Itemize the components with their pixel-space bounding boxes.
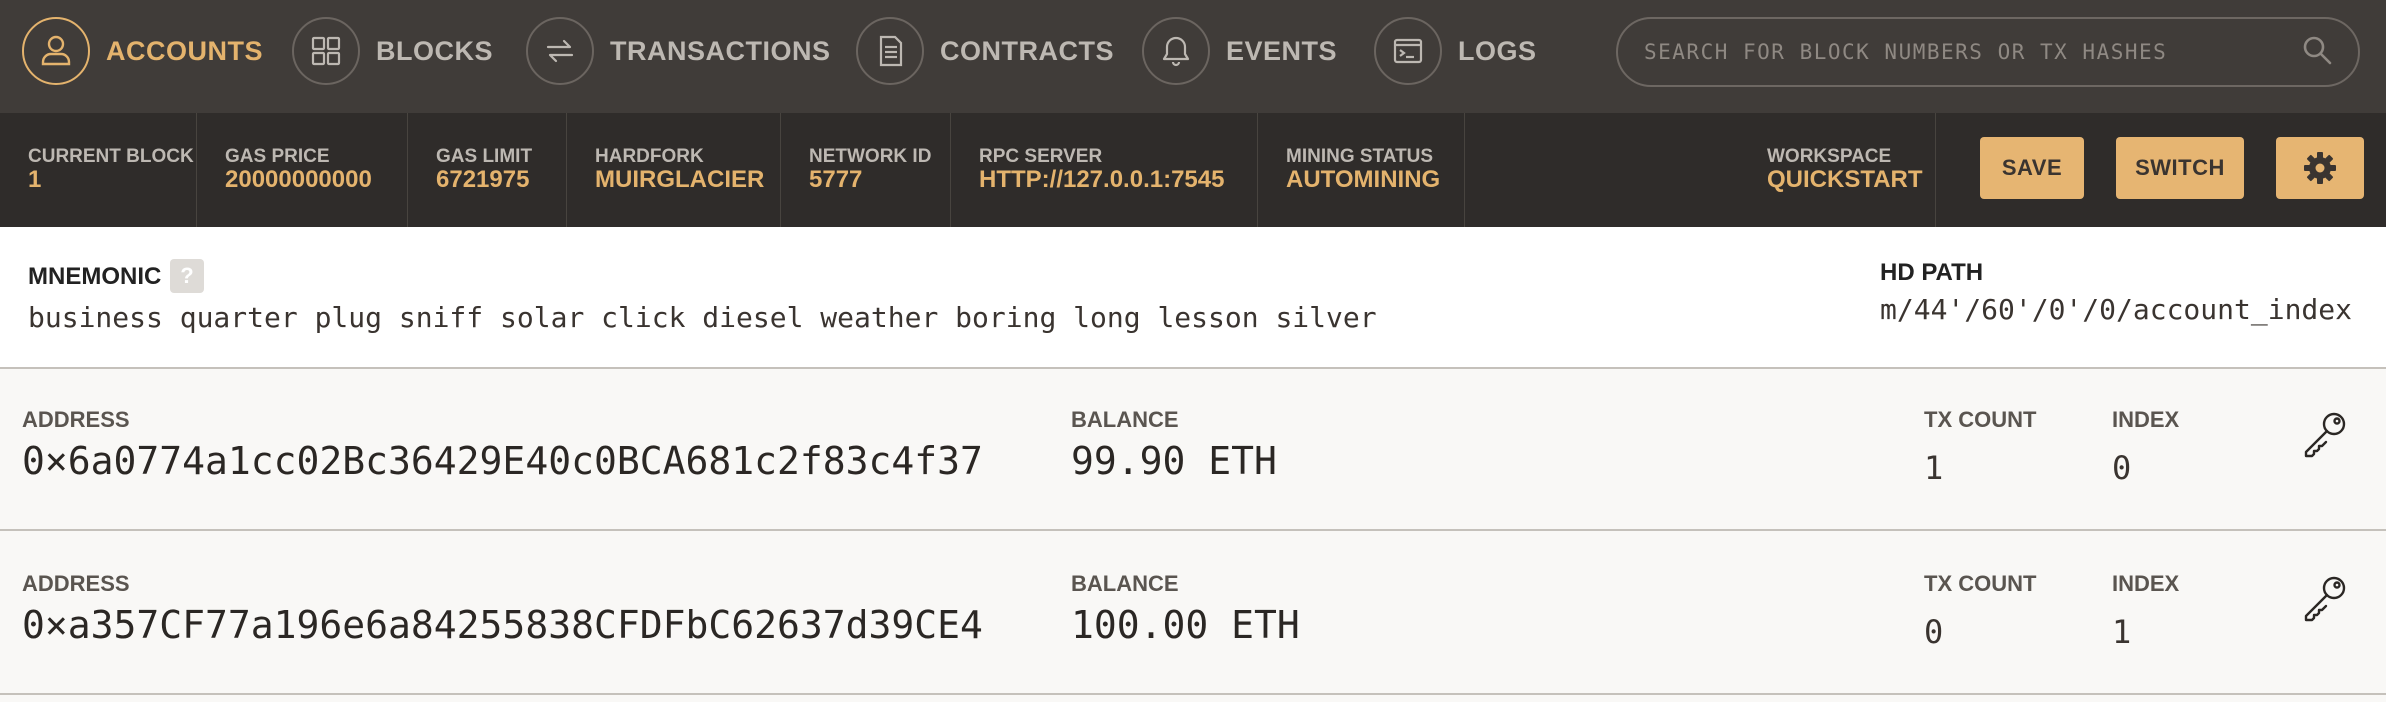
nav-accounts[interactable]: ACCOUNTS (22, 15, 263, 87)
search-input[interactable] (1642, 39, 2300, 65)
address-label: ADDRESS (22, 407, 130, 432)
gas-price-label: GAS PRICE (225, 146, 330, 167)
nav-events[interactable]: EVENTS (1142, 15, 1337, 87)
switch-button[interactable]: SWITCH (2116, 137, 2244, 199)
account-row[interactable]: ADDRESS 0×6a0774a1cc02Bc36429E40c0BCA681… (0, 369, 2386, 531)
mnemonic-words: business quarter plug sniff solar click … (28, 301, 1377, 334)
search-icon[interactable] (2300, 33, 2334, 72)
tx-count-label: TX COUNT (1924, 407, 2037, 432)
mnemonic-label: MNEMONIC (28, 263, 162, 290)
account-tx-count: 1 (1924, 449, 1944, 487)
nav-events-label: EVENTS (1226, 35, 1338, 66)
gas-limit-stat: GAS LIMIT 6721975 (408, 113, 567, 227)
gas-limit-value: 6721975 (436, 166, 530, 193)
user-icon (22, 17, 90, 85)
mining-status-stat: MINING STATUS AUTOMINING (1258, 113, 1465, 227)
nav-contracts[interactable]: CONTRACTS (856, 15, 1114, 87)
mining-status-value: AUTOMINING (1286, 166, 1441, 193)
key-icon[interactable] (2296, 571, 2352, 627)
rpc-server-label: RPC SERVER (979, 146, 1103, 167)
hardfork-value: MUIRGLACIER (595, 166, 765, 193)
account-tx-count: 0 (1924, 613, 1944, 651)
search-box (1616, 17, 2360, 87)
hd-path-value: m/44'/60'/0'/0/account_index (1880, 293, 2353, 326)
account-balance: 99.90 ETH (1071, 439, 1277, 483)
grid-icon (292, 17, 360, 85)
nav-transactions[interactable]: TRANSACTIONS (526, 15, 831, 87)
document-icon (856, 17, 924, 85)
current-block-value: 1 (28, 166, 42, 193)
nav-transactions-label: TRANSACTIONS (610, 35, 831, 66)
current-block-stat: CURRENT BLOCK 1 (0, 113, 197, 227)
account-address: 0×a357CF77a196e6a84255838CFDFbC62637d39C… (22, 603, 983, 647)
account-index: 1 (2112, 613, 2132, 651)
settings-button[interactable] (2276, 137, 2364, 199)
top-navigation: ACCOUNTS BLOCKS TRANSACTIONS CONTRACTS E… (0, 0, 2386, 113)
network-id-stat: NETWORK ID 5777 (781, 113, 951, 227)
nav-logs-label: LOGS (1458, 35, 1537, 66)
nav-blocks-label: BLOCKS (376, 35, 493, 66)
workspace-label: WORKSPACE (1767, 146, 1892, 167)
balance-label: BALANCE (1071, 571, 1179, 596)
hd-path-label: HD PATH (1880, 259, 1984, 286)
gear-icon (2304, 152, 2336, 184)
account-address: 0×6a0774a1cc02Bc36429E40c0BCA681c2f83c4f… (22, 439, 983, 483)
gas-price-stat: GAS PRICE 20000000000 (197, 113, 408, 227)
nav-accounts-label: ACCOUNTS (106, 35, 263, 66)
bell-icon (1142, 17, 1210, 85)
rpc-server-stat: RPC SERVER HTTP://127.0.0.1:7545 (951, 113, 1258, 227)
key-icon[interactable] (2296, 407, 2352, 463)
workspace-stat: WORKSPACE QUICKSTART (1739, 113, 1936, 227)
gas-price-value: 20000000000 (225, 166, 372, 193)
index-label: INDEX (2112, 571, 2180, 596)
nav-contracts-label: CONTRACTS (940, 35, 1114, 66)
balance-label: BALANCE (1071, 407, 1179, 432)
mining-status-label: MINING STATUS (1286, 146, 1434, 167)
arrows-swap-icon (526, 17, 594, 85)
workspace-value: QUICKSTART (1767, 166, 1923, 193)
hardfork-label: HARDFORK (595, 146, 704, 167)
network-id-value: 5777 (809, 166, 863, 193)
current-block-label: CURRENT BLOCK (28, 146, 194, 167)
index-label: INDEX (2112, 407, 2180, 432)
account-index: 0 (2112, 449, 2132, 487)
gas-limit-label: GAS LIMIT (436, 146, 533, 167)
nav-logs[interactable]: LOGS (1374, 15, 1537, 87)
tx-count-label: TX COUNT (1924, 571, 2037, 596)
terminal-icon (1374, 17, 1442, 85)
network-id-label: NETWORK ID (809, 146, 932, 167)
help-icon[interactable]: ? (170, 259, 204, 293)
mnemonic-panel: MNEMONIC ? business quarter plug sniff s… (0, 227, 2386, 369)
rpc-server-value: HTTP://127.0.0.1:7545 (979, 166, 1225, 193)
account-balance: 100.00 ETH (1071, 603, 1300, 647)
nav-blocks[interactable]: BLOCKS (292, 15, 493, 87)
save-button[interactable]: SAVE (1980, 137, 2084, 199)
address-label: ADDRESS (22, 571, 130, 596)
account-row[interactable]: ADDRESS 0×a357CF77a196e6a84255838CFDFbC6… (0, 533, 2386, 695)
hardfork-stat: HARDFORK MUIRGLACIER (567, 113, 781, 227)
